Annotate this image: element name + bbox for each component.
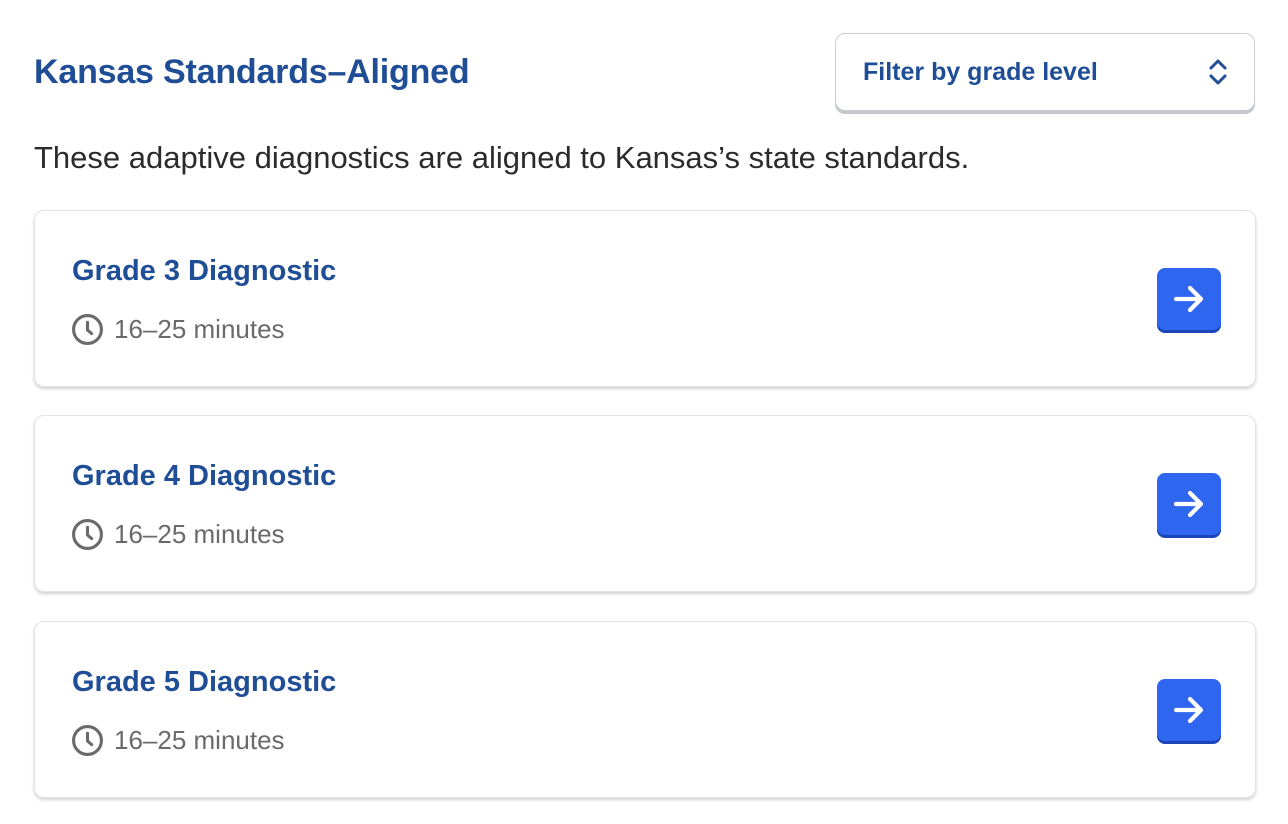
section-description: These adaptive diagnostics are aligned t… xyxy=(34,140,970,175)
arrow-right-icon xyxy=(1173,285,1204,313)
grade-filter-select[interactable]: Filter by grade level xyxy=(835,33,1255,111)
diagnostic-card-grade-4[interactable]: Grade 4 Diagnostic 16–25 minutes xyxy=(34,415,1256,592)
chevron-up-down-icon xyxy=(1209,59,1227,85)
diagnostic-duration: 16–25 minutes xyxy=(114,314,285,344)
diagnostic-duration-row: 16–25 minutes xyxy=(71,724,285,757)
diagnostic-title: Grade 3 Diagnostic xyxy=(72,255,337,287)
diagnostic-card-grade-3[interactable]: Grade 3 Diagnostic 16–25 minutes xyxy=(34,210,1256,387)
diagnostic-title: Grade 5 Diagnostic xyxy=(72,666,337,698)
start-grade-3-button[interactable] xyxy=(1157,268,1221,330)
start-grade-4-button[interactable] xyxy=(1157,473,1221,535)
start-grade-5-button[interactable] xyxy=(1157,679,1221,741)
diagnostic-duration: 16–25 minutes xyxy=(114,725,285,755)
clock-icon xyxy=(72,314,103,345)
section-title: Kansas Standards–Aligned xyxy=(34,53,470,91)
diagnostic-title: Grade 4 Diagnostic xyxy=(72,460,337,492)
clock-icon xyxy=(72,725,103,756)
arrow-right-icon xyxy=(1173,490,1204,518)
clock-icon xyxy=(72,519,103,550)
grade-filter-label: Filter by grade level xyxy=(863,57,1098,86)
page: Kansas Standards–Aligned Filter by grade… xyxy=(0,0,1288,824)
arrow-right-icon xyxy=(1173,696,1204,724)
diagnostic-duration-row: 16–25 minutes xyxy=(71,313,285,346)
diagnostic-duration: 16–25 minutes xyxy=(114,519,285,549)
diagnostic-duration-row: 16–25 minutes xyxy=(71,518,285,551)
diagnostic-card-grade-5[interactable]: Grade 5 Diagnostic 16–25 minutes xyxy=(34,621,1256,798)
